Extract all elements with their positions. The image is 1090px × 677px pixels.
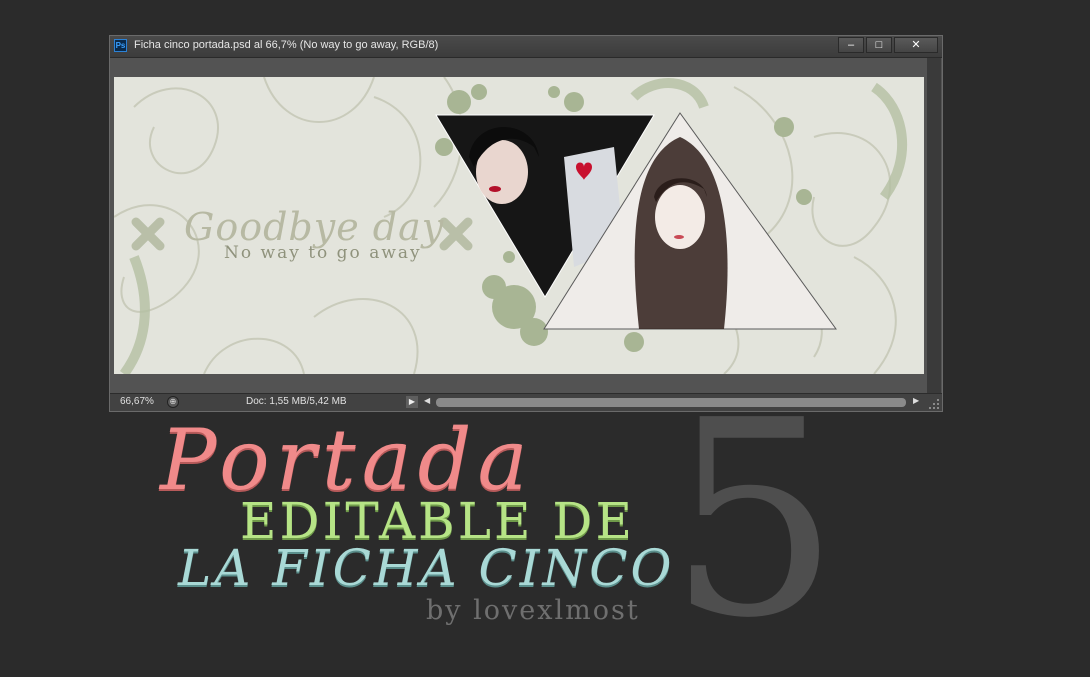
window-controls: – □ ✕ (836, 37, 938, 53)
vertical-scrollbar[interactable] (927, 58, 941, 394)
photoshop-icon: Ps (114, 39, 127, 52)
ficha-cinco-heading: LA FICHA CINCO (178, 539, 675, 597)
status-bar: 66,67% ⊕ Doc: 1,55 MB/5,42 MB ▶ ◀ ▶ (110, 393, 942, 411)
scroll-right-icon[interactable]: ▶ (913, 396, 919, 405)
number-five: 5 (668, 362, 840, 677)
window-title: Ficha cinco portada.psd al 66,7% (No way… (134, 39, 439, 51)
horizontal-scrollbar[interactable] (436, 398, 906, 407)
document-window[interactable]: Ps Ficha cinco portada.psd al 66,7% (No … (109, 35, 943, 412)
artwork-subtitle: No way to go away (224, 243, 422, 263)
author-byline: by lovexlmost (426, 595, 640, 626)
artwork-canvas[interactable]: Goodbye day No way to go away (114, 77, 924, 374)
minimize-button[interactable]: – (838, 37, 864, 53)
scroll-left-icon[interactable]: ◀ (424, 396, 430, 405)
maximize-button[interactable]: □ (866, 37, 892, 53)
status-menu-arrow-icon[interactable]: ▶ (406, 396, 418, 408)
zoom-level[interactable]: 66,67% (120, 396, 154, 407)
close-button[interactable]: ✕ (894, 37, 938, 53)
window-titlebar[interactable]: Ps Ficha cinco portada.psd al 66,7% (No … (110, 36, 942, 58)
canvas-area[interactable]: Goodbye day No way to go away (113, 58, 924, 376)
resize-grip-icon[interactable] (928, 398, 940, 410)
proof-icon[interactable]: ⊕ (167, 396, 179, 408)
document-size: Doc: 1,55 MB/5,42 MB (246, 396, 347, 407)
